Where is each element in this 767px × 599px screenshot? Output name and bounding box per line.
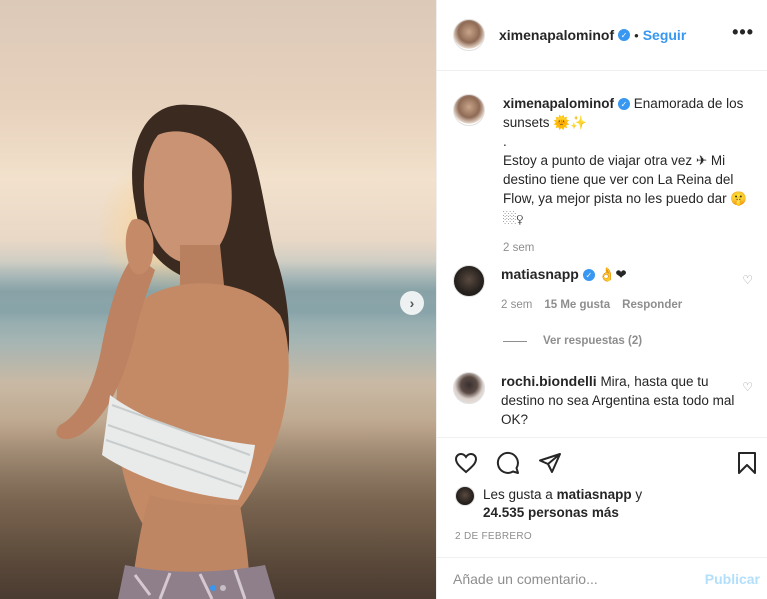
verified-badge-icon: ✓ <box>582 269 595 282</box>
post-photo[interactable]: › <box>0 0 436 599</box>
comment-meta: 2 sem 15 Me gusta Responder <box>501 296 741 315</box>
add-comment-bar: Publicar <box>437 557 767 599</box>
post-header: ximenapalominof ✓ • Seguir ••• <box>437 0 767 71</box>
carousel-dot <box>220 585 226 591</box>
chevron-right-icon: › <box>409 295 415 311</box>
post-side-panel: ximenapalominof ✓ • Seguir ••• ximenapal… <box>436 0 767 599</box>
carousel-dot-active <box>210 585 216 591</box>
carousel-dots <box>0 585 436 591</box>
commenter-avatar[interactable] <box>453 372 485 404</box>
author-avatar[interactable] <box>453 19 485 51</box>
caption-body: . Estoy a punto de viajar otra vez ✈ Mi … <box>503 134 748 225</box>
comment-likes[interactable]: 15 Me gusta <box>544 296 610 315</box>
comment-username[interactable]: rochi.biondelli <box>501 373 597 389</box>
follow-button[interactable]: Seguir <box>643 27 687 43</box>
instagram-post: › ximenapalominof ✓ • Seguir ••• ximenap… <box>0 0 767 599</box>
caption-time[interactable]: 2 sem <box>503 239 751 258</box>
verified-badge-icon: ✓ <box>618 98 631 111</box>
share-icon[interactable] <box>537 450 563 476</box>
comment-text: 👌❤ <box>598 267 627 282</box>
comment-time[interactable]: 2 sem <box>501 296 532 315</box>
comment-item: rochi.biondelli Mira, hasta que tu desti… <box>453 372 753 429</box>
comment-heart-icon[interactable]: ♡ <box>742 273 753 287</box>
liker-avatar[interactable] <box>455 486 475 506</box>
verified-badge-icon: ✓ <box>618 29 631 41</box>
post-caption: ximenapalominof ✓ Enamorada de los sunset… <box>453 94 753 258</box>
likes-connector: y <box>631 487 643 502</box>
likes-prefix: Les gusta a <box>483 487 557 502</box>
comment-heart-icon[interactable]: ♡ <box>742 380 753 394</box>
comment-input[interactable] <box>453 570 705 587</box>
comment-icon[interactable] <box>495 450 521 476</box>
view-replies-label: Ver respuestas (2) <box>543 335 643 347</box>
comment-text-block: rochi.biondelli Mira, hasta que tu desti… <box>501 372 741 429</box>
author-username[interactable]: ximenapalominof <box>499 27 614 43</box>
comment-username[interactable]: matiasnapp <box>501 266 579 282</box>
post-actions-section: Les gusta a matiasnapp y 24.535 personas… <box>437 437 767 557</box>
view-replies-button[interactable]: Ver respuestas (2) <box>503 335 642 347</box>
liker-username[interactable]: matiasnapp <box>557 487 632 502</box>
likes-count[interactable]: 24.535 personas más <box>483 505 619 520</box>
replies-line <box>503 340 527 342</box>
bookmark-icon[interactable] <box>734 450 760 476</box>
post-date[interactable]: 2 DE FEBRERO <box>455 531 532 542</box>
caption-username[interactable]: ximenapalominof <box>503 96 614 111</box>
more-options-icon[interactable]: ••• <box>732 22 754 43</box>
caption-avatar[interactable] <box>453 94 485 126</box>
publish-button[interactable]: Publicar <box>705 571 760 587</box>
next-photo-button[interactable]: › <box>400 291 424 315</box>
heart-icon[interactable] <box>453 450 479 476</box>
woman-figure <box>56 104 290 599</box>
likes-summary: Les gusta a matiasnapp y 24.535 personas… <box>455 486 642 522</box>
comment-item: matiasnapp ✓ 👌❤ 2 sem 15 Me gusta Respond… <box>453 265 753 315</box>
caption-text-block: ximenapalominof ✓ Enamorada de los sunset… <box>503 94 751 258</box>
commenter-avatar[interactable] <box>453 265 485 297</box>
likes-text: Les gusta a matiasnapp y 24.535 personas… <box>483 486 642 522</box>
comment-text-block: matiasnapp ✓ 👌❤ 2 sem 15 Me gusta Respond… <box>501 265 741 315</box>
action-bar <box>453 450 563 476</box>
separator-dot: • <box>634 27 639 43</box>
reply-button[interactable]: Responder <box>622 296 682 315</box>
